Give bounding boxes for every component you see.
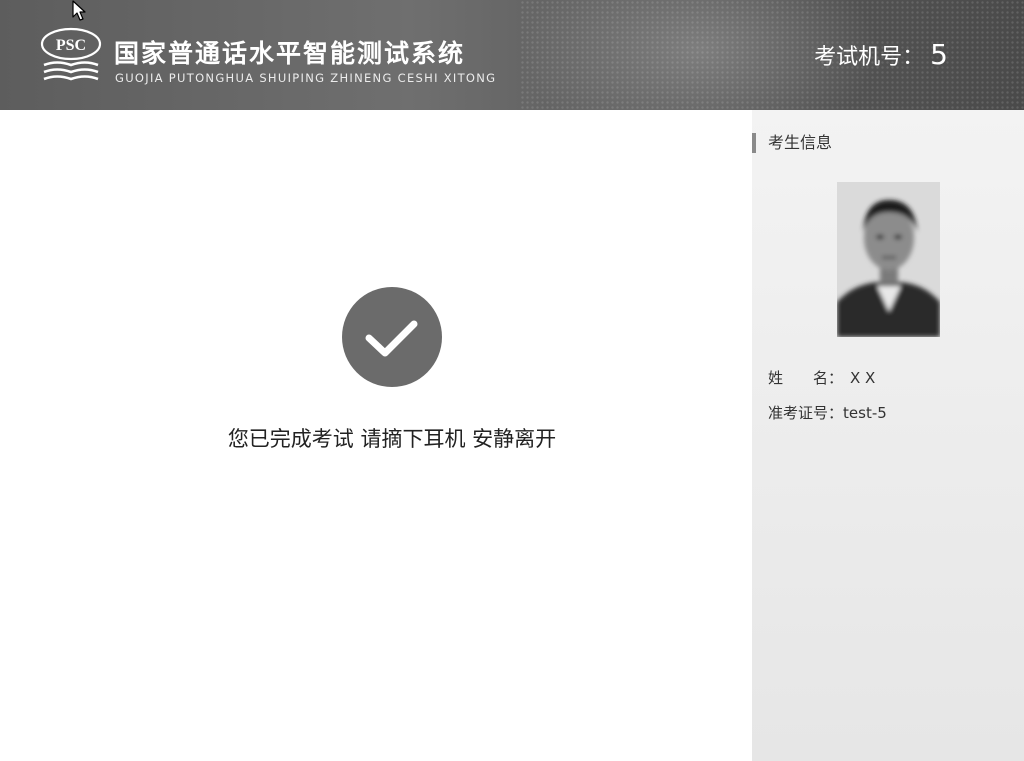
candidate-id-value: test-5: [843, 404, 887, 422]
machine-number-value: 5: [930, 38, 948, 71]
candidate-info-panel: 考生信息 姓 名： X X 准考证号：test-5: [752, 110, 1024, 761]
header-world-map-pattern: [520, 0, 1024, 110]
candidate-name-row: 姓 名： X X: [768, 367, 875, 388]
app-subtitle: GUOJIA PUTONGHUA SHUIPING ZHINENG CESHI …: [115, 71, 497, 85]
check-icon: [342, 287, 442, 387]
candidate-photo: [837, 182, 940, 337]
app-header: PSC 国家普通话水平智能测试系统 GUOJIA PUTONGHUA SHUIP…: [0, 0, 1024, 110]
app-title: 国家普通话水平智能测试系统: [114, 39, 466, 68]
candidate-id-label: 准考证号：: [768, 404, 844, 422]
psc-logo: PSC: [40, 27, 102, 81]
candidate-name-value: X X: [850, 369, 876, 387]
machine-number-label: 考试机号：: [814, 45, 925, 70]
machine-number-display: 考试机号： 5: [814, 38, 948, 71]
completion-message: 您已完成考试 请摘下耳机 安静离开: [227, 427, 557, 451]
svg-text:PSC: PSC: [56, 37, 86, 54]
candidate-name-label: 姓 名：: [768, 369, 844, 387]
candidate-id-row: 准考证号：test-5: [768, 402, 887, 423]
candidate-info-title: 考生信息: [752, 133, 832, 153]
mouse-cursor-icon: [72, 0, 86, 21]
main-panel: 您已完成考试 请摘下耳机 安静离开: [0, 110, 752, 761]
